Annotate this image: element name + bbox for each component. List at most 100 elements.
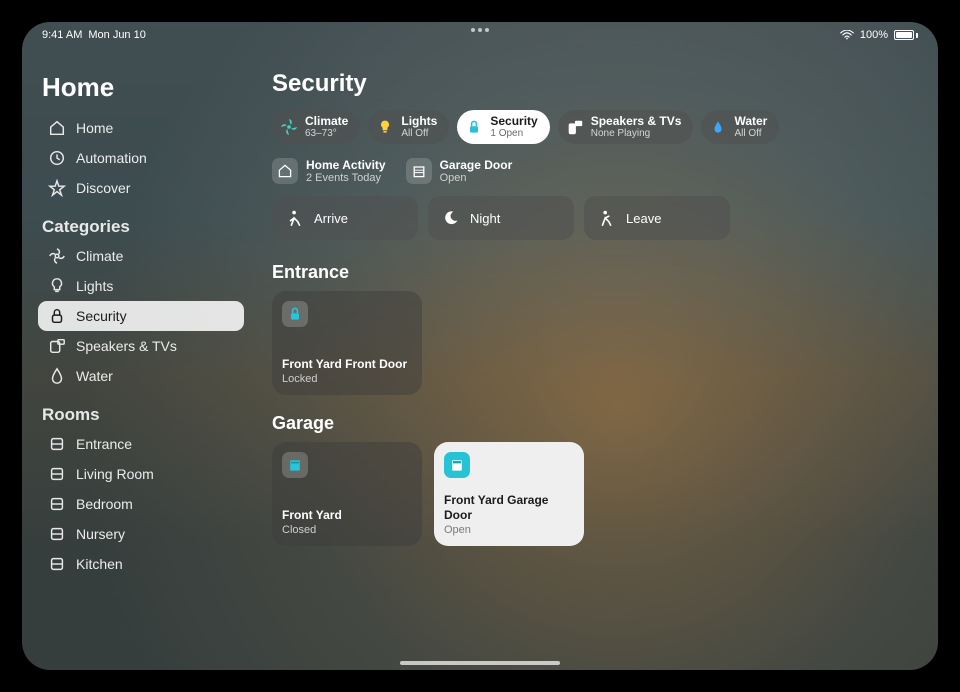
sidebar-item-label: Living Room [76,466,154,482]
sidebar-rooms-heading: Rooms [42,405,244,425]
activity-garage-door[interactable]: Garage Door Open [406,158,513,184]
pill-water[interactable]: Water All Off [701,110,779,144]
pill-speakers-tvs[interactable]: Speakers & TVs None Playing [558,110,694,144]
activity-row: Home Activity 2 Events Today Garage Door… [272,158,916,184]
room-icon [48,525,66,543]
scene-row: Arrive Night Leave [272,196,916,240]
section-garage: Garage Front Yard Closed [272,413,916,546]
pill-title: Climate [305,115,348,127]
section-entrance: Entrance Front Yard Front Door Locked [272,262,916,395]
scene-label: Arrive [314,211,348,226]
pill-sub: None Playing [591,129,682,139]
tile-title: Front Yard [282,508,412,522]
sidebar-item-label: Kitchen [76,556,123,572]
moon-icon [442,209,460,227]
sidebar-item-label: Automation [76,150,147,166]
sidebar-item-label: Speakers & TVs [76,338,177,354]
sidebar-item-bedroom[interactable]: Bedroom [38,489,244,519]
tile-title: Front Yard Front Door [282,357,412,371]
sidebar-item-label: Bedroom [76,496,133,512]
pill-title: Speakers & TVs [591,115,682,127]
activity-sub: Open [440,172,513,184]
sidebar-item-home[interactable]: Home [38,113,244,143]
pill-title: Security [490,115,537,127]
activity-title: Garage Door [440,158,513,172]
clock-icon [48,149,66,167]
pill-security[interactable]: Security 1 Open [457,110,549,144]
garage-open-icon [444,452,470,478]
bulb-icon [48,277,66,295]
sidebar-item-label: Water [76,368,113,384]
garage-icon [406,158,432,184]
pill-lights[interactable]: Lights All Off [368,110,449,144]
sidebar-item-kitchen[interactable]: Kitchen [38,549,244,579]
lock-icon [48,307,66,325]
house-icon [48,119,66,137]
app-title: Home [42,72,244,103]
scene-leave[interactable]: Leave [584,196,730,240]
lock-icon [465,118,483,136]
star-icon [48,179,66,197]
room-icon [48,465,66,483]
sidebar-item-label: Nursery [76,526,125,542]
scene-label: Night [470,211,500,226]
sidebar-item-discover[interactable]: Discover [38,173,244,203]
pill-sub: All Off [401,129,437,139]
lock-icon [282,301,308,327]
sidebar-item-label: Lights [76,278,113,294]
pill-title: Lights [401,115,437,127]
sidebar-item-label: Climate [76,248,123,264]
sidebar-item-climate[interactable]: Climate [38,241,244,271]
pill-sub: 63–73° [305,129,348,139]
sidebar-item-label: Home [76,120,113,136]
section-heading: Garage [272,413,916,434]
scene-label: Leave [626,211,661,226]
pill-title: Water [734,115,767,127]
speaker-tv-icon [566,118,584,136]
sidebar: Home Home Automation [22,48,254,670]
sidebar-item-nursery[interactable]: Nursery [38,519,244,549]
fan-icon [280,118,298,136]
tile-garage-door[interactable]: Front Yard Garage Door Open [434,442,584,546]
activity-title: Home Activity [306,158,386,172]
sidebar-item-automation[interactable]: Automation [38,143,244,173]
room-icon [48,435,66,453]
house-icon [272,158,298,184]
sidebar-categories-heading: Categories [42,217,244,237]
home-indicator[interactable] [400,661,560,665]
speaker-tv-icon [48,337,66,355]
activity-home[interactable]: Home Activity 2 Events Today [272,158,386,184]
tablet-frame: 9:41 AM Mon Jun 10 100% Home [0,0,960,692]
tile-front-door[interactable]: Front Yard Front Door Locked [272,291,422,395]
activity-sub: 2 Events Today [306,172,386,184]
sidebar-item-label: Security [76,308,127,324]
room-icon [48,495,66,513]
scene-arrive[interactable]: Arrive [272,196,418,240]
tile-sub: Closed [282,524,412,536]
bulb-icon [376,118,394,136]
sidebar-item-security[interactable]: Security [38,301,244,331]
pill-sub: All Off [734,129,767,139]
sidebar-item-label: Entrance [76,436,132,452]
tile-front-yard[interactable]: Front Yard Closed [272,442,422,546]
drop-icon [709,118,727,136]
sidebar-item-speakers-tvs[interactable]: Speakers & TVs [38,331,244,361]
scene-night[interactable]: Night [428,196,574,240]
screen: 9:41 AM Mon Jun 10 100% Home [22,22,938,670]
fan-icon [48,247,66,265]
page-title: Security [272,70,916,98]
tile-sub: Open [444,524,574,536]
tile-title: Front Yard Garage Door [444,493,574,522]
section-heading: Entrance [272,262,916,283]
sidebar-item-entrance[interactable]: Entrance [38,429,244,459]
drop-icon [48,367,66,385]
person-leave-icon [598,209,616,227]
sidebar-item-lights[interactable]: Lights [38,271,244,301]
main-content: Security Climate 63–73° [254,48,938,670]
sidebar-item-living-room[interactable]: Living Room [38,459,244,489]
sidebar-item-water[interactable]: Water [38,361,244,391]
pill-climate[interactable]: Climate 63–73° [272,110,360,144]
pill-sub: 1 Open [490,129,537,139]
garage-icon [282,452,308,478]
tile-sub: Locked [282,373,412,385]
